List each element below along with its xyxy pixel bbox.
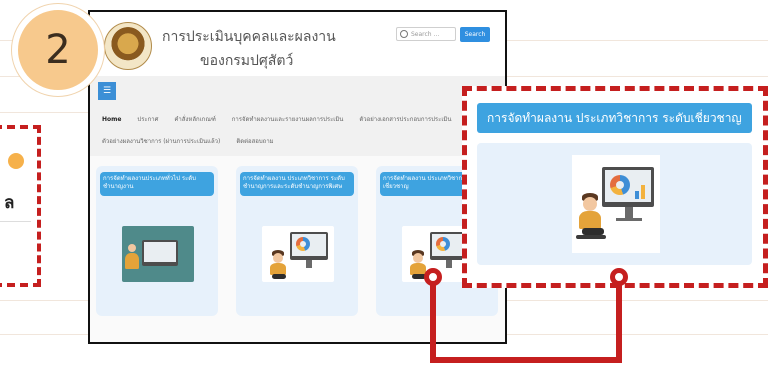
nav-row-2: ตัวอย่างผลงานวิชาการ (ผ่านการประเมินแล้ว…	[102, 136, 288, 146]
card-title[interactable]: การจัดทำผลงานประเภททั่วไป ระดับชำนาญงาน	[100, 172, 214, 196]
content-area: การจัดทำผลงานประเภททั่วไป ระดับชำนาญงาน …	[90, 156, 505, 342]
nav-item-sample-works[interactable]: ตัวอย่างผลงานวิชาการ (ผ่านการประเมินแล้ว…	[102, 138, 220, 145]
connector-line	[430, 276, 436, 363]
zoom-card-title[interactable]: การจัดทำผลงาน ประเภทวิชาการ ระดับเชี่ยวช…	[477, 103, 752, 133]
card-illustration	[262, 226, 334, 282]
person-icon	[583, 197, 597, 211]
person-body	[125, 253, 139, 269]
bar-chart-icon	[635, 191, 639, 199]
orange-dot-icon	[8, 153, 24, 169]
card-illustration	[122, 226, 194, 282]
monitor-icon	[602, 167, 654, 207]
card-academic-senior[interactable]: การจัดทำผลงาน ประเภทวิชาการ ระดับชำนาญกา…	[236, 166, 358, 316]
zoom-callout-box: การจัดทำผลงาน ประเภทวิชาการ ระดับเชี่ยวช…	[462, 86, 768, 288]
nav-item-announcement[interactable]: ประกาศ	[137, 116, 158, 123]
nav-row-1: Home ประกาศ คำสั่งหลักเกณฑ์ การจัดทำผลงา…	[102, 114, 465, 124]
left-callout-divider	[0, 221, 31, 222]
website-window: การประเมินบุคคลและผลงาน ของกรมปศุสัตว์ S…	[88, 10, 507, 344]
search-button[interactable]: Search	[460, 27, 490, 42]
monitor-icon	[142, 240, 178, 266]
connector-dot	[610, 268, 628, 286]
site-title-line2: ของกรมปศุสัตว์	[200, 53, 294, 69]
nav-item-orders-criteria[interactable]: คำสั่งหลักเกณฑ์	[174, 116, 215, 123]
person-icon	[413, 253, 423, 263]
zoom-illustration	[572, 155, 660, 253]
monitor-icon	[290, 232, 328, 260]
site-title-line1: การประเมินบุคคลและผลงาน	[162, 29, 336, 45]
menu-icon[interactable]: ☰	[98, 82, 116, 100]
chair-icon	[576, 235, 606, 239]
department-logo[interactable]	[104, 22, 152, 70]
nav-item-sample-documents[interactable]: ตัวอย่างเอกสารประกอบการประเมิน	[359, 116, 451, 123]
left-callout-text: ล	[4, 193, 15, 213]
person-icon	[273, 253, 283, 263]
step-number-badge: 2	[12, 4, 104, 96]
search-icon	[400, 30, 408, 38]
nav-item-home[interactable]: Home	[102, 116, 121, 123]
person-icon	[128, 244, 136, 252]
card-title[interactable]: การจัดทำผลงาน ประเภทวิชาการ ระดับชำนาญกา…	[240, 172, 354, 196]
site-header: การประเมินบุคคลและผลงาน ของกรมปศุสัตว์ S…	[90, 12, 505, 76]
zoom-card-body[interactable]	[477, 143, 752, 265]
nav-item-contact[interactable]: ติดต่อสอบถาม	[236, 138, 273, 145]
bar-chart-icon	[641, 185, 645, 199]
navigation-bar: ☰ Home ประกาศ คำสั่งหลักเกณฑ์ การจัดทำผล…	[90, 76, 505, 156]
person-body	[579, 211, 601, 229]
nav-item-work-reports[interactable]: การจัดทำผลงานและรายงานผลการประเมิน	[232, 116, 344, 123]
connector-dot	[424, 268, 442, 286]
connector-line	[430, 357, 622, 363]
connector-line	[616, 276, 622, 363]
card-general[interactable]: การจัดทำผลงานประเภททั่วไป ระดับชำนาญงาน	[96, 166, 218, 316]
left-callout-box: ล	[0, 125, 41, 287]
